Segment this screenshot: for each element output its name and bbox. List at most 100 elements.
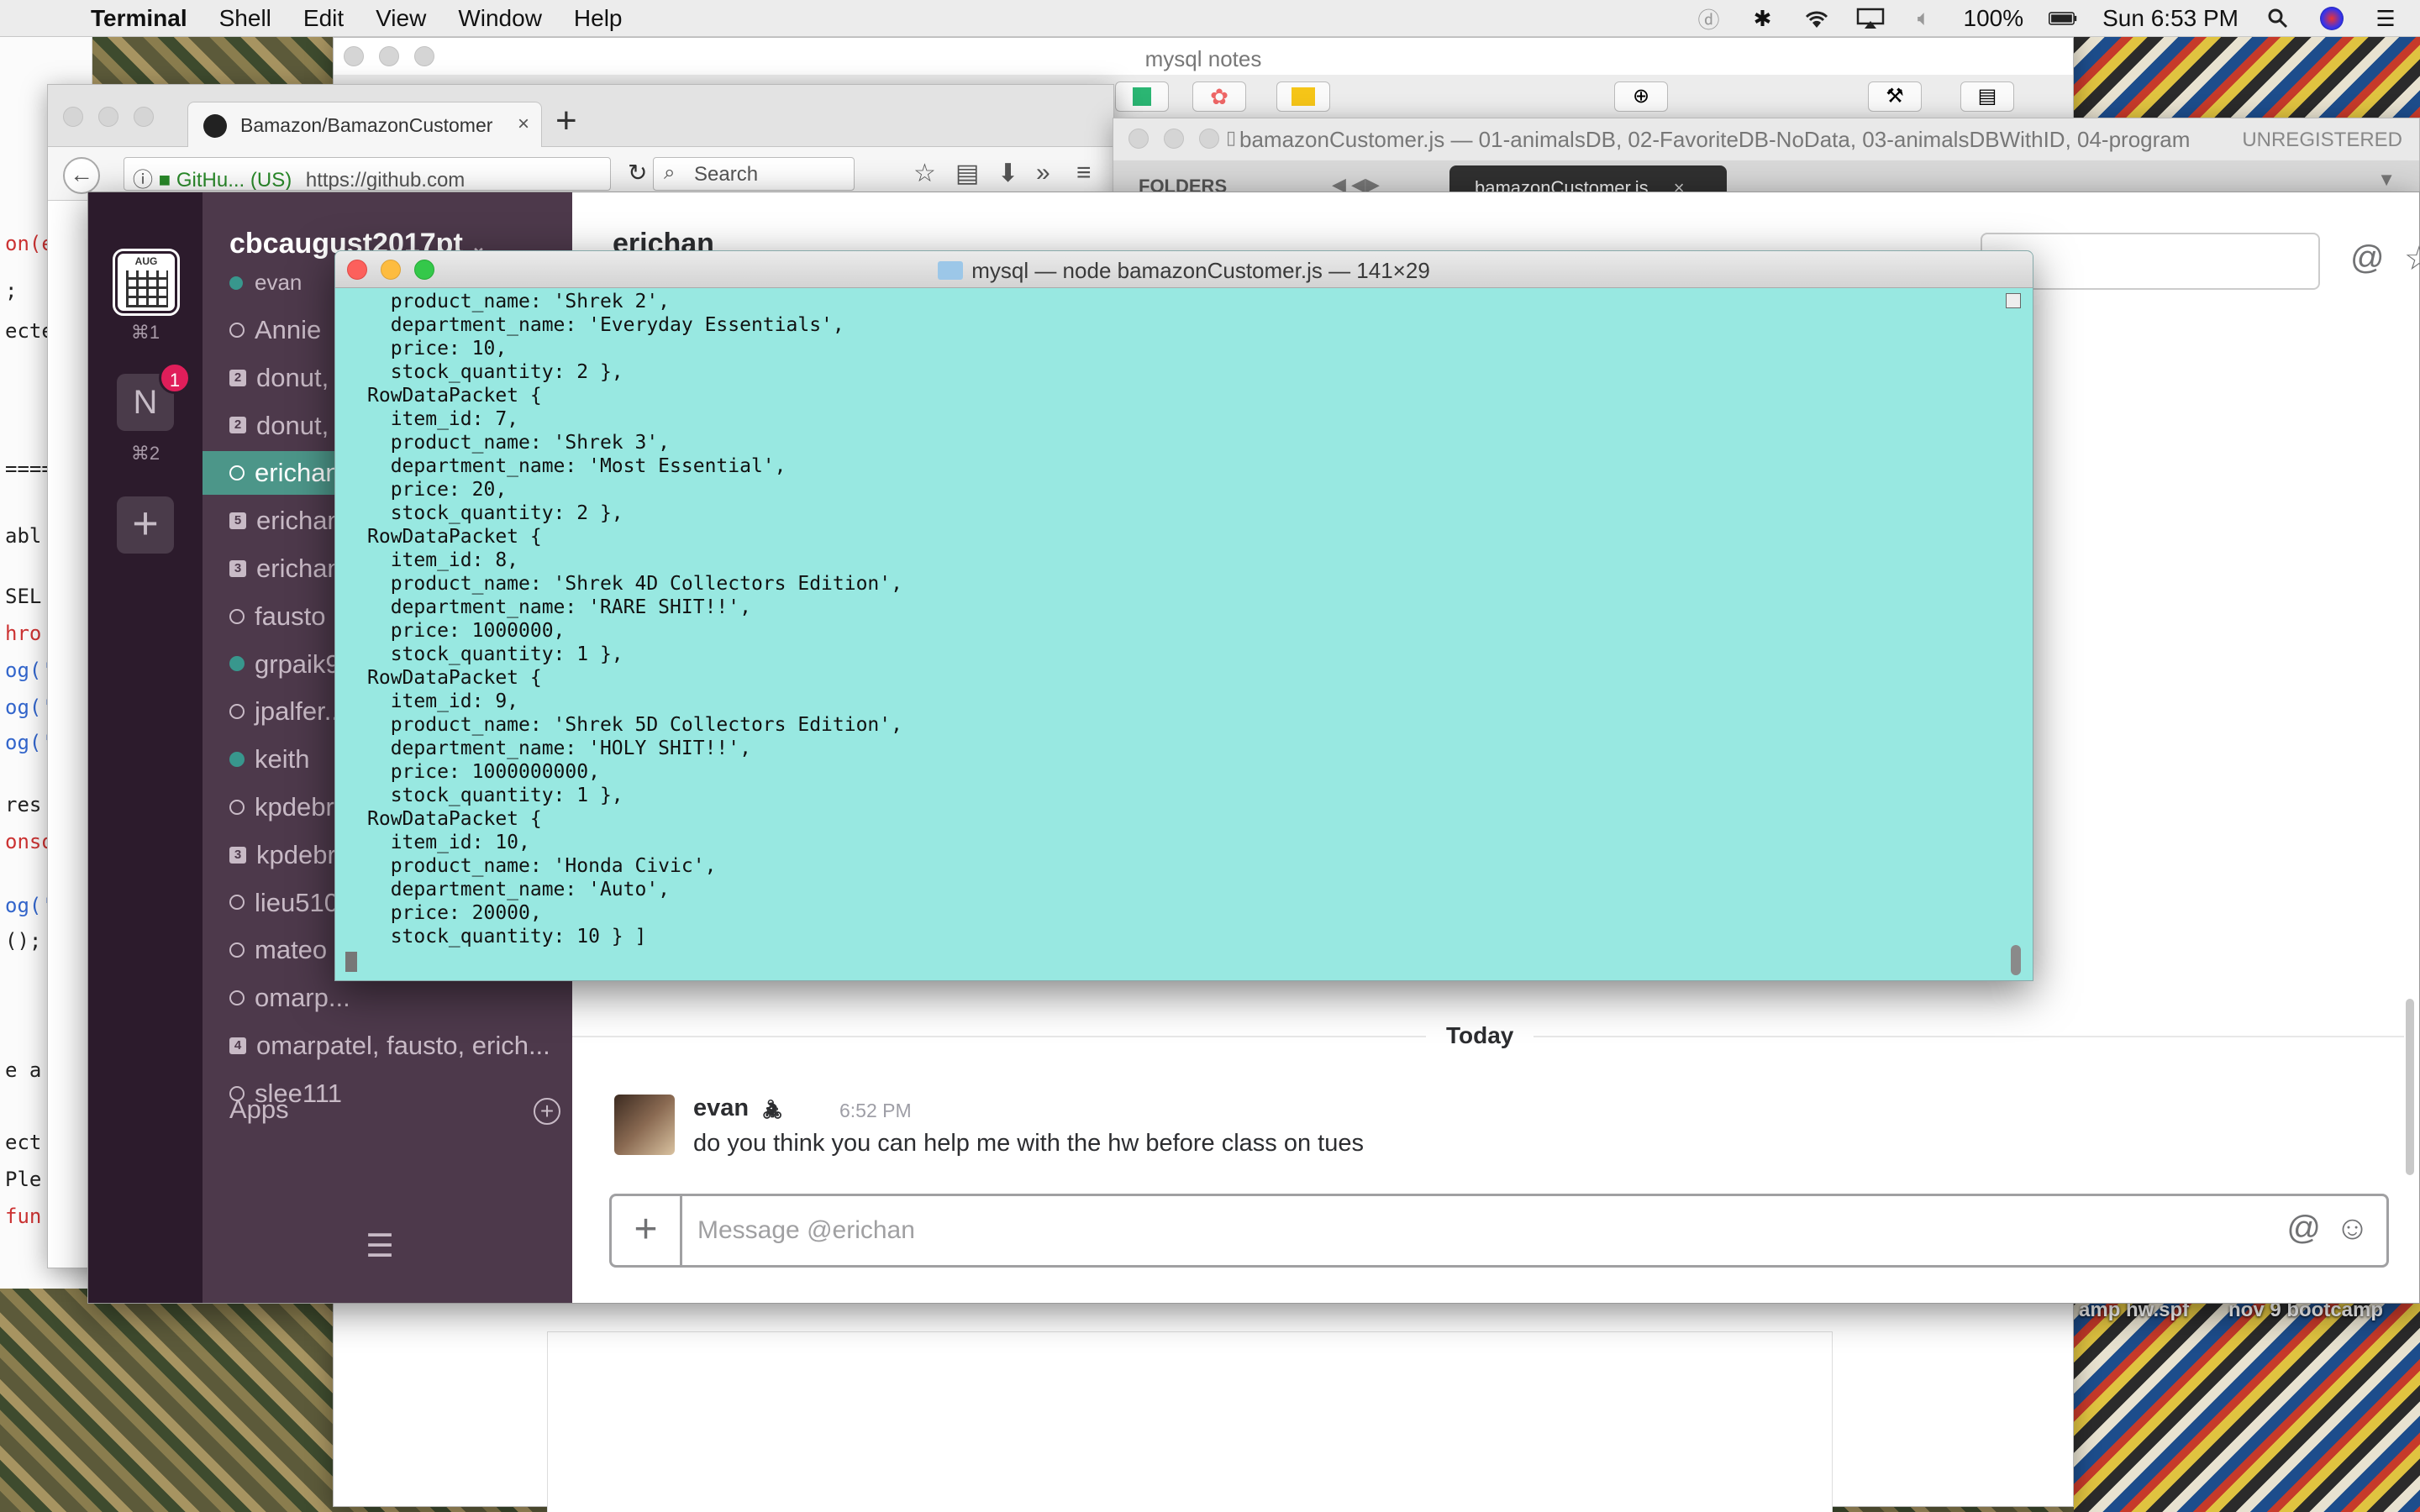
info-icon: ⓘ [133, 169, 159, 191]
team-calendar-icon[interactable]: AUG [113, 249, 180, 316]
hammer-icon: ⚒ [1886, 85, 1904, 108]
notes-tools-button[interactable]: ⚒ [1868, 81, 1922, 112]
zoom-button[interactable] [1199, 129, 1219, 149]
mention-at-icon[interactable]: @ [2286, 1210, 2321, 1247]
group-count-badge: 2 [229, 417, 246, 434]
browser-tab[interactable]: Bamazon/BamazonCustomer × [187, 102, 542, 149]
minimize-button[interactable] [1164, 129, 1184, 149]
volume-icon[interactable]: 🔈︎ [1910, 5, 1939, 31]
notification-center-icon[interactable]: ☰ [2371, 6, 2400, 31]
notes-window-title: mysql notes [1144, 46, 1262, 71]
menu-help[interactable]: Help [574, 5, 623, 32]
emoji-icon[interactable]: ☺ [2335, 1210, 2370, 1247]
notes-share-button[interactable]: ⊕ [1614, 81, 1668, 112]
away-status-icon [229, 990, 245, 1005]
sublime-window: ▯ bamazonCustomer.js — 01-animalsDB, 02-… [1113, 118, 2420, 202]
new-tab-button[interactable]: + [555, 100, 577, 142]
reading-list-icon[interactable]: ▤ [955, 159, 979, 188]
spotlight-search-icon[interactable] [2264, 6, 2292, 31]
sidebar-dm-item[interactable]: omarp... [203, 976, 572, 1020]
away-status-icon [229, 942, 245, 958]
notes-sticky-button[interactable] [1276, 81, 1330, 112]
bookmark-star-icon[interactable]: ☆ [913, 159, 936, 188]
message-composer: + @ ☺ [609, 1194, 2389, 1268]
sidebar-dm-label: jpalfer... [255, 696, 346, 727]
close-button[interactable] [63, 107, 83, 127]
message-text: do you think you can help me with the hw… [693, 1130, 1364, 1157]
add-app-icon[interactable]: + [534, 1098, 560, 1125]
notes-photos-button[interactable]: ✿ [1192, 81, 1246, 112]
group-count-badge: 4 [229, 1037, 246, 1054]
add-team-button[interactable]: + [117, 496, 174, 554]
message-timestamp[interactable]: 6:52 PM [839, 1100, 912, 1122]
team-1-shortcut: ⌘1 [130, 322, 160, 343]
away-status-icon [229, 465, 245, 481]
url-text: https://github.com [305, 169, 466, 191]
back-arrow-icon[interactable]: ← [63, 157, 100, 194]
overflow-chevron-icon[interactable]: » [1036, 159, 1050, 187]
avatar[interactable] [614, 1095, 675, 1155]
menu-view[interactable]: View [376, 5, 426, 32]
group-count-badge: 2 [229, 369, 246, 386]
attach-plus-button[interactable]: + [612, 1196, 682, 1265]
downloads-icon[interactable]: ⬇ [997, 159, 1018, 188]
browser-search-field[interactable]: ⌕ Search [653, 157, 855, 191]
menu-app-name[interactable]: Terminal [91, 5, 187, 32]
sidebar-dm-label: erichan [255, 458, 340, 488]
message-scrollbar[interactable] [2406, 999, 2414, 1175]
message-author-name: evan [693, 1095, 750, 1121]
close-tab-icon[interactable]: × [518, 113, 529, 136]
url-bar[interactable]: ⓘ ■ GitHu... (US) https://github.com [124, 157, 611, 191]
sidebar-dm-item[interactable]: 4 omarpatel, fausto, erich... [203, 1024, 572, 1068]
current-user-name: evan [255, 270, 302, 295]
search-placeholder: Search [694, 163, 759, 186]
airplay-icon[interactable] [1856, 6, 1885, 31]
day-divider-label: Today [1426, 1022, 1534, 1049]
split-pane-icon[interactable] [2006, 293, 2021, 308]
close-button[interactable] [1128, 129, 1149, 149]
github-icon [203, 114, 227, 138]
menu-edit[interactable]: Edit [303, 5, 344, 32]
siri-icon[interactable] [2317, 6, 2346, 31]
terminal-output[interactable]: product_name: 'Shrek 2', department_name… [367, 290, 902, 948]
battery-percent: 100% [1963, 5, 2024, 31]
dash-icon[interactable]: ⓓ [1695, 6, 1723, 33]
wifi-icon[interactable] [1802, 6, 1831, 31]
sticky-note-icon [1292, 87, 1315, 106]
quick-switcher-icon[interactable]: ☰ [366, 1227, 394, 1265]
message-author[interactable]: evan 🚴︎ [693, 1095, 784, 1122]
sidebar-dm-label: omarpatel, fausto, erich... [256, 1031, 550, 1060]
dropdown-arrow-icon[interactable]: ▼ [2377, 169, 2396, 191]
mentions-at-icon[interactable]: @ [2350, 239, 2385, 277]
notes-page[interactable] [547, 1331, 1833, 1512]
battery-icon[interactable] [2049, 6, 2077, 31]
bluetooth-icon[interactable]: ✱ [1749, 6, 1777, 31]
terminal-title-bar: mysql — node bamazonCustomer.js — 141×29 [335, 251, 2033, 288]
sidebar-dm-label: lieu510 [255, 887, 339, 917]
hamburger-menu-icon[interactable]: ≡ [1076, 159, 1092, 187]
sublime-window-controls [1128, 129, 1219, 149]
reload-icon[interactable]: ↻ [628, 159, 647, 186]
online-status-icon [229, 656, 245, 672]
person-add-icon: ⊕ [1632, 85, 1650, 108]
menu-clock[interactable]: Sun 6:53 PM [2102, 5, 2238, 32]
notes-shape-button[interactable] [1115, 81, 1169, 112]
menu-shell[interactable]: Shell [219, 5, 271, 32]
notes-list-button[interactable]: ▤ [1960, 81, 2014, 112]
sidebar-dm-label: Annie [255, 315, 322, 344]
minimize-button[interactable] [98, 107, 118, 127]
group-count-badge: 5 [229, 512, 246, 529]
terminal-cursor [345, 952, 357, 972]
menu-window[interactable]: Window [458, 5, 542, 32]
document-icon: ▯ [1226, 127, 1237, 148]
starred-icon[interactable]: ☆ [2404, 239, 2420, 278]
team-2-shortcut: ⌘2 [130, 443, 160, 464]
apps-section-label[interactable]: Apps [229, 1095, 289, 1125]
team-switcher-rail: AUG ⌘1 N 1 ⌘2 + [88, 192, 203, 1303]
zoom-button[interactable] [134, 107, 154, 127]
sidebar-dm-label: keith [255, 744, 310, 774]
message-input[interactable] [697, 1210, 2210, 1252]
terminal-scrollbar[interactable] [2011, 945, 2021, 975]
sidebar-dm-label: fausto [255, 601, 326, 631]
current-user[interactable]: evan [229, 270, 302, 296]
